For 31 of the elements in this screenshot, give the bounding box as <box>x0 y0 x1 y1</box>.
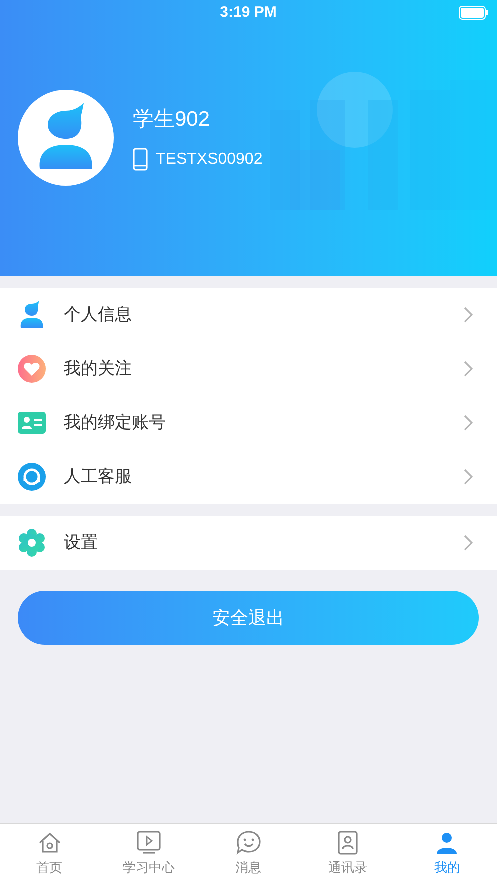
menu-label: 个人信息 <box>64 304 133 326</box>
phone-icon <box>133 148 148 172</box>
chevron-right-icon <box>464 361 473 377</box>
person-icon <box>19 301 45 329</box>
menu-item[interactable]: 个人信息 <box>0 288 497 342</box>
menu-item[interactable]: 设置 <box>0 516 497 570</box>
menu-item[interactable]: 我的关注 <box>0 342 497 396</box>
chevron-right-icon <box>464 535 473 551</box>
battery-icon <box>459 6 489 20</box>
chevron-right-icon <box>464 415 473 431</box>
menu-label: 我的关注 <box>64 358 133 380</box>
id-card-icon <box>18 412 46 434</box>
tab-item[interactable]: 学习中心 <box>123 858 176 878</box>
smiley-chat-icon <box>236 830 262 856</box>
tab-item[interactable]: 首页 <box>36 858 63 878</box>
chevron-right-icon <box>464 307 473 323</box>
tab-item[interactable]: 消息 <box>236 858 262 878</box>
menu-label: 人工客服 <box>64 466 133 488</box>
menu-label: 设置 <box>64 532 99 554</box>
menu-label: 我的绑定账号 <box>64 412 167 434</box>
status-time: 3:19 PM <box>220 2 277 23</box>
tab-item[interactable]: 通讯录 <box>328 858 368 878</box>
menu-item[interactable]: 人工客服 <box>0 450 497 504</box>
account-id: TESTXS00902 <box>156 150 263 170</box>
gear-icon <box>18 529 46 557</box>
chevron-right-icon <box>464 469 473 485</box>
logout-button[interactable]: 安全退出 <box>18 591 479 645</box>
user-name: 学生902 <box>133 107 212 134</box>
video-icon <box>136 830 162 856</box>
menu-item[interactable]: 我的绑定账号 <box>0 396 497 450</box>
tab-item[interactable]: 我的 <box>434 858 460 878</box>
